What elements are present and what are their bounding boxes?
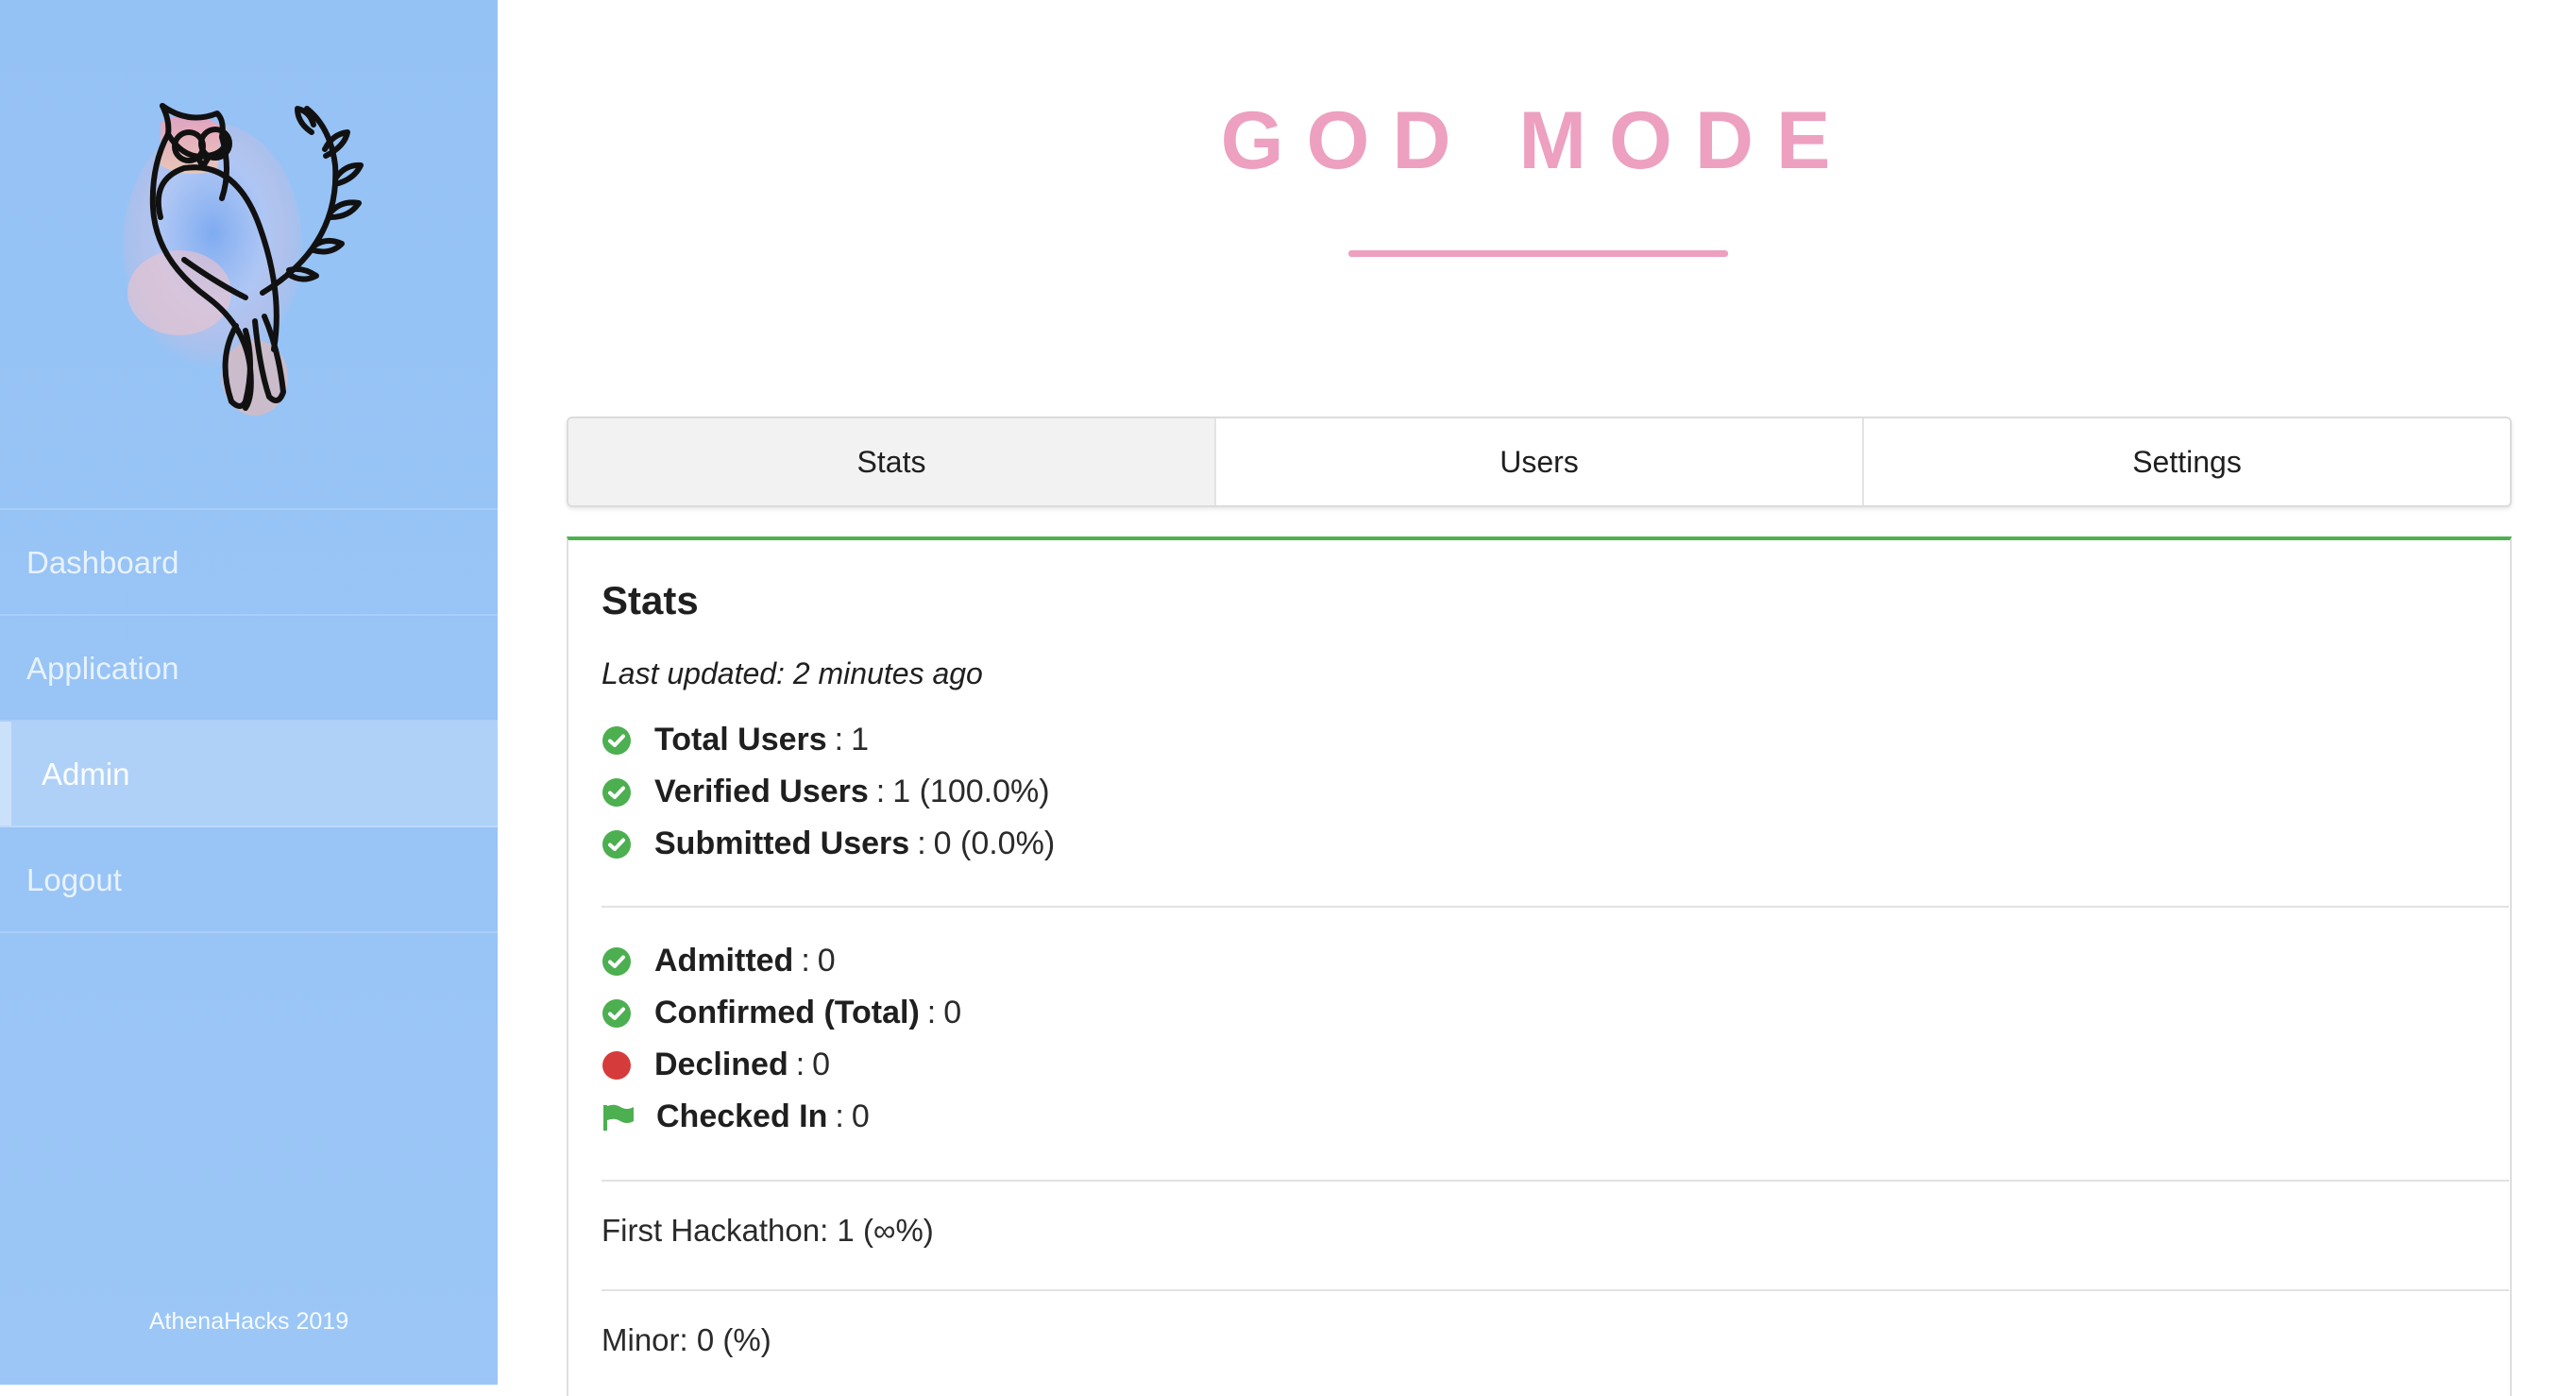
stat-value: 0 [812,1047,831,1082]
stats-panel: Stats Last updated: 2 minutes ago Total … [567,536,2512,1396]
check-circle-icon [602,946,631,976]
stat-label: Total Users [654,722,827,758]
stat-label: Checked In [656,1098,828,1134]
stat-value: 1 (100.0%) [892,774,1050,809]
sidebar-footer: AthenaHacks 2019 [148,1308,349,1335]
list-item: Total Users : 1 [602,714,1055,766]
last-updated: Last updated: 2 minutes ago [602,656,983,690]
list-item: Admitted : 0 [602,935,961,987]
list-item: Confirmed (Total) : 0 [602,987,961,1039]
check-circle-icon [602,829,631,859]
stat-label: Declined [654,1047,788,1082]
stat-value: 0 [943,995,962,1030]
stat-label: Submitted Users [654,826,910,861]
tab-settings[interactable]: Settings [1864,418,2510,505]
stat-value: 0 (0.0%) [933,826,1056,861]
sidebar-item-dashboard[interactable]: Dashboard [0,510,498,616]
stat-label: Verified Users [654,774,869,809]
list-item: Declined : 0 [602,1039,961,1091]
sidebar-item-application[interactable]: Application [0,616,498,722]
stat-label: Admitted [654,943,794,979]
check-circle-icon [602,725,631,755]
check-circle-icon [602,777,631,807]
stats-heading: Stats [602,578,699,622]
divider [602,1180,2509,1182]
sidebar: Dashboard Application Admin Logout Athen… [0,0,498,1385]
owl-logo-icon [123,103,364,416]
stat-label: Confirmed (Total) [654,995,920,1030]
sidebar-nav: Dashboard Application Admin Logout [0,508,498,933]
admin-tabs: Stats Users Settings [567,417,2512,507]
flag-icon [603,1104,634,1131]
stat-value: 0 [851,1098,870,1134]
title-underline [1348,250,1728,257]
stat-value: 1 [851,722,870,758]
sidebar-item-logout[interactable]: Logout [0,827,498,933]
stat-value: 0 [817,943,836,979]
divider [602,906,2509,908]
list-item: Submitted Users : 0 (0.0%) [602,818,1055,870]
list-item: Checked In : 0 [602,1091,961,1143]
user-stats-list: Total Users : 1 Verified Users : 1 (100.… [602,714,1055,870]
divider [602,1289,2509,1291]
list-item: Verified Users : 1 (100.0%) [602,766,1055,818]
page-title: GOD MODE [1220,95,1854,186]
tab-users[interactable]: Users [1216,418,1864,505]
sidebar-item-admin[interactable]: Admin [0,722,498,827]
check-circle-icon [602,998,631,1028]
tab-stats[interactable]: Stats [568,418,1216,505]
red-circle-icon [602,1050,631,1080]
minor-stat: Minor: 0 (%) [602,1322,771,1357]
application-stats-list: Admitted : 0 Confirmed (Total) : 0 Decli… [602,935,961,1143]
first-hackathon-stat: First Hackathon: 1 (∞%) [602,1213,934,1248]
